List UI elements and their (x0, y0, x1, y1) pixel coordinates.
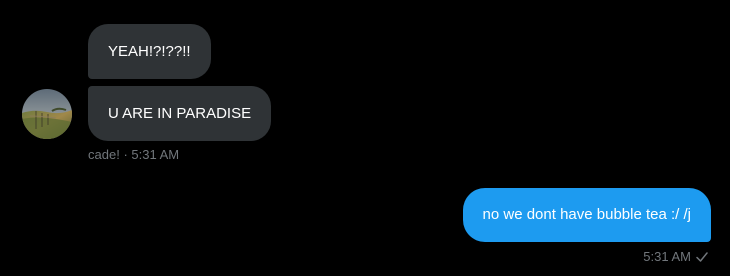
avatar-image (22, 89, 72, 139)
message-meta: 5:31 AM (643, 249, 709, 265)
avatar[interactable] (22, 89, 72, 139)
message-meta: cade! · 5:31 AM (88, 147, 179, 163)
message-timestamp: 5:31 AM (131, 147, 180, 162)
message-timestamp: 5:31 AM (643, 249, 691, 264)
message-bubble-incoming[interactable]: U ARE IN PARADISE (88, 86, 272, 141)
message-text: U ARE IN PARADISE (108, 104, 252, 122)
meta-separator: · (123, 147, 128, 162)
dm-conversation: YEAH!?!??!! U ARE IN PARADISE cade! · 5:… (0, 0, 730, 276)
message-text: no we dont have bubble tea :/ /j (482, 206, 691, 223)
message-bubble-incoming[interactable]: YEAH!?!??!! (88, 24, 211, 79)
message-text: YEAH!?!??!! (108, 42, 191, 60)
message-bubble-outgoing[interactable]: no we dont have bubble tea :/ /j (462, 188, 711, 242)
sender-name[interactable]: cade! (88, 147, 120, 162)
check-icon (695, 250, 709, 264)
